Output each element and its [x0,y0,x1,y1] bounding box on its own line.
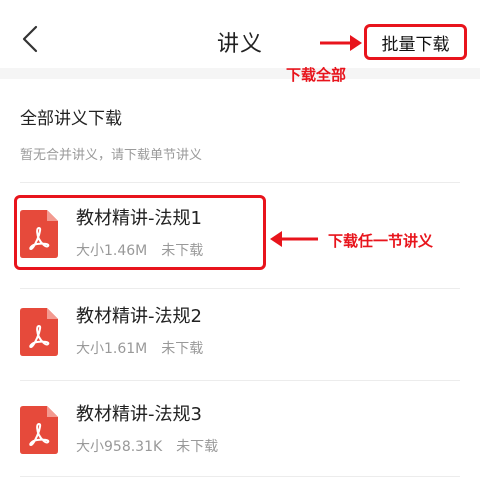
divider [20,476,460,477]
file-item-3[interactable]: 教材精讲-法规3 大小958.31K 未下载 [20,400,460,480]
pdf-file-icon [20,308,58,356]
annotation-arrow-left-icon [270,231,318,247]
header-divider [0,68,480,79]
header-bar: 讲义 批量下载 [0,0,480,68]
divider [20,288,460,289]
file-status: 未下载 [161,341,204,357]
all-download-section: 全部讲义下载 暂无合并讲义，请下载单节讲义 [20,104,460,163]
pdf-file-icon [20,406,58,454]
file-size: 大小958.31K [76,439,163,455]
file-name: 教材精讲-法规2 [76,306,202,327]
file-name: 教材精讲-法规1 [76,208,202,229]
file-meta: 大小1.61M 未下载 [76,338,203,358]
divider [20,182,460,183]
annotation-download-all: 下载全部 [286,66,347,84]
file-name: 教材精讲-法规3 [76,404,202,425]
all-download-subtitle: 暂无合并讲义，请下载单节讲义 [20,148,203,163]
all-download-title[interactable]: 全部讲义下载 [20,104,460,129]
pdf-file-icon [20,210,58,258]
batch-download-button[interactable]: 批量下载 [364,24,467,60]
file-status: 未下载 [176,439,219,455]
chevron-left-icon[interactable] [14,22,48,56]
file-size: 大小1.46M [76,243,148,259]
file-meta: 大小1.46M 未下载 [76,240,203,260]
file-item-2[interactable]: 教材精讲-法规2 大小1.61M 未下载 [20,302,460,382]
annotation-download-one: 下载任一节讲义 [328,232,434,250]
file-meta: 大小958.31K 未下载 [76,436,218,456]
file-status: 未下载 [161,243,204,259]
divider [20,380,460,381]
annotation-arrow-right-icon [320,35,362,51]
file-size: 大小1.61M [76,341,148,357]
